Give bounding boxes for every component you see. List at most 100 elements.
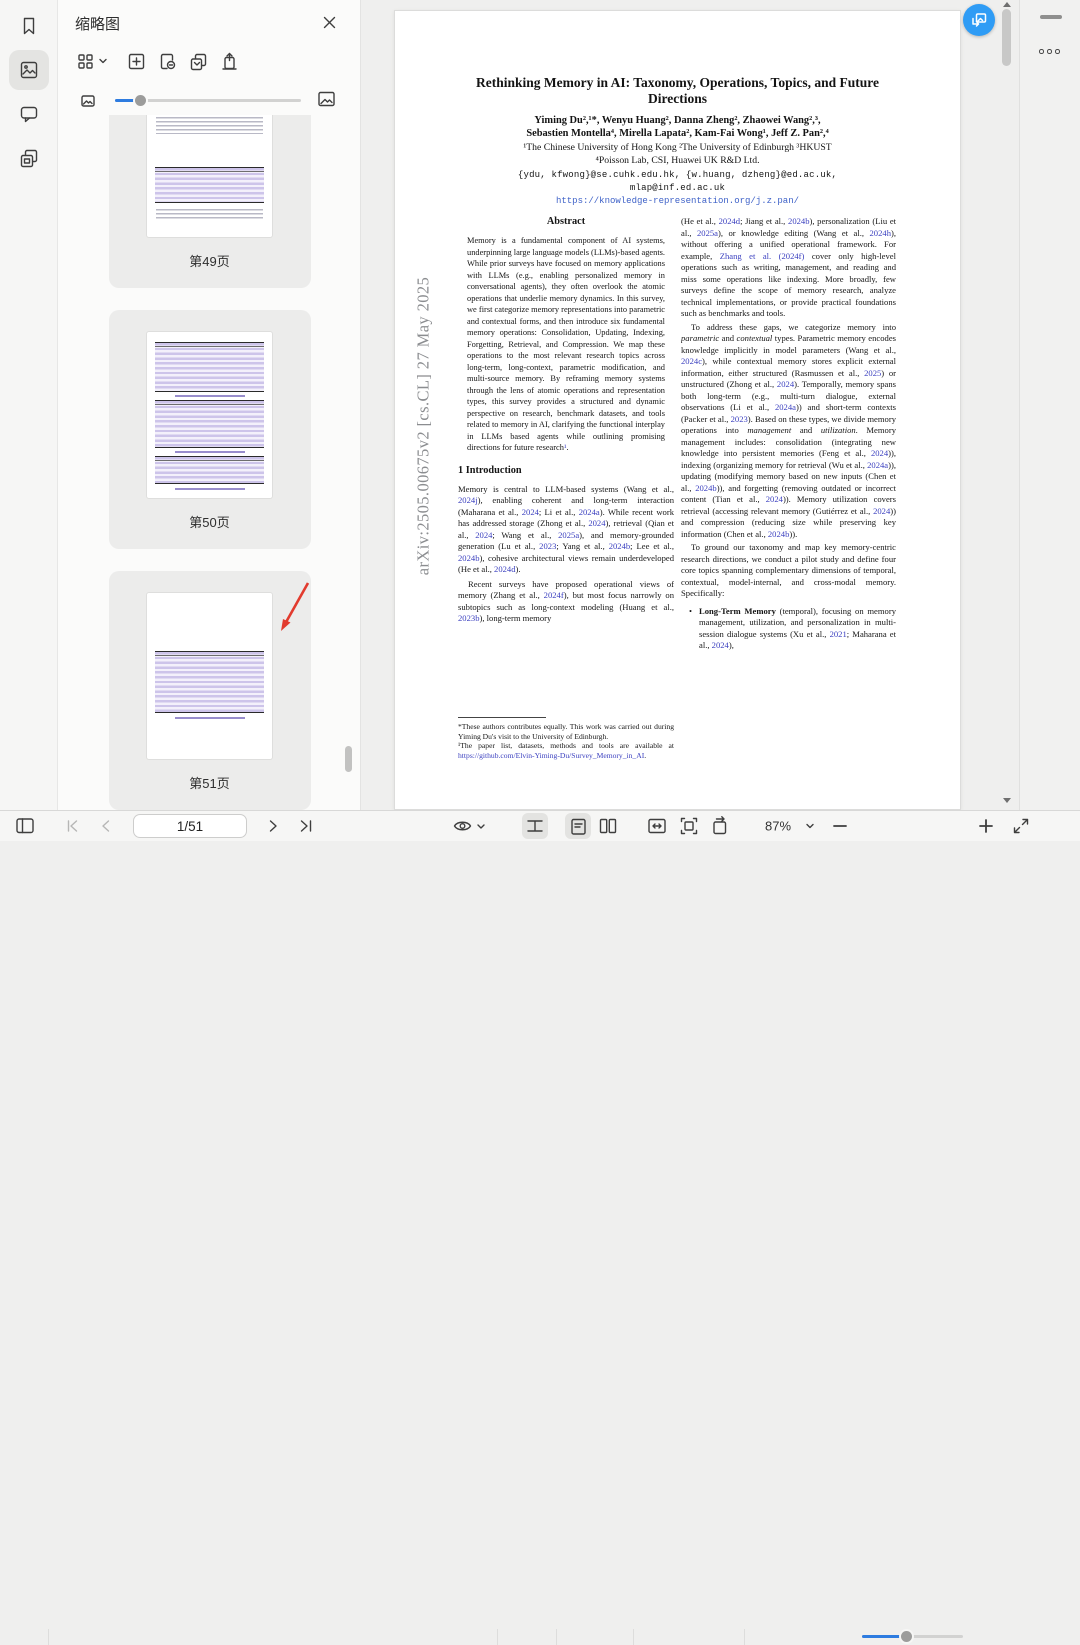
thumbnail-label: 第51页: [109, 773, 311, 792]
small-thumbnail-button[interactable]: [75, 88, 101, 114]
thumbnail-page-49: [147, 115, 272, 237]
bullet-marker: •: [689, 606, 699, 652]
single-page-view-button[interactable]: [565, 813, 591, 839]
more-options-button[interactable]: [1039, 49, 1060, 54]
image-export-fab[interactable]: [963, 4, 995, 36]
large-thumbnail-icon: [316, 89, 337, 110]
scroll-up-icon[interactable]: [1003, 2, 1011, 7]
add-page-button[interactable]: [123, 48, 149, 74]
collapse-handle[interactable]: [1040, 15, 1062, 19]
thumbnail-card-51[interactable]: 第51页: [109, 571, 311, 810]
thumbnail-page-50: [147, 332, 272, 498]
paper-affiliation-line2: ⁴Poisson Lab, CSI, Huawei UK R&D Ltd.: [435, 155, 920, 168]
more-options-icon: [1039, 49, 1044, 54]
export-page-button[interactable]: [216, 48, 242, 74]
zoom-level-dropdown[interactable]: [805, 821, 815, 831]
thumbnail-size-slider-thumb[interactable]: [135, 95, 146, 106]
left-column: Abstract Memory is a fundamental compone…: [458, 216, 674, 763]
right-utility-panel: [1019, 0, 1080, 810]
thumbnails-tab[interactable]: [9, 50, 49, 90]
thumbnail-content: [155, 167, 264, 203]
sidebar-rail: [0, 0, 58, 810]
thumbnail-content: [155, 456, 264, 484]
thumbnail-list[interactable]: 第49页 第50页 第51页: [58, 115, 361, 810]
thumbnail-card-49[interactable]: 第49页: [109, 115, 311, 288]
reading-mode-icon: [524, 815, 546, 837]
add-page-icon: [126, 51, 147, 72]
more-options-icon: [1055, 49, 1060, 54]
reading-mode-button[interactable]: [522, 813, 548, 839]
thumbnail-content: [175, 717, 245, 719]
prev-page-icon: [96, 816, 116, 836]
panel-scrollbar-thumb[interactable]: [345, 746, 352, 772]
thumbnail-label: 第49页: [109, 251, 311, 270]
comments-tab[interactable]: [9, 94, 49, 134]
arxiv-watermark: arXiv:2505.00675v2 [cs.CL] 27 May 2025: [414, 244, 432, 609]
more-options-icon: [1047, 49, 1052, 54]
zoom-slider-thumb[interactable]: [901, 1631, 912, 1642]
replace-page-button[interactable]: [185, 48, 211, 74]
paper-affiliation: ¹The Chinese University of Hong Kong ²Th…: [435, 142, 920, 155]
scroll-down-icon[interactable]: [1003, 798, 1011, 803]
abstract-heading: Abstract: [458, 216, 674, 227]
body-paragraph: (He et al., 2024d; Jiang et al., 2024b),…: [681, 216, 896, 320]
sidebar-toggle-icon: [14, 815, 36, 837]
toolbar-divider: [48, 1629, 49, 1645]
thumbnail-card-50[interactable]: 第50页: [109, 310, 311, 549]
zoom-out-button[interactable]: [831, 817, 849, 835]
zoom-in-button[interactable]: [977, 817, 995, 835]
large-thumbnail-button[interactable]: [313, 86, 339, 112]
intro-paragraph: Memory is central to LLM-based systems (…: [458, 484, 674, 576]
paper-homepage-link[interactable]: https://knowledge-representation.org/j.z…: [435, 196, 920, 206]
pdf-page[interactable]: arXiv:2505.00675v2 [cs.CL] 27 May 2025 R…: [394, 10, 961, 810]
fullscreen-button[interactable]: [1011, 816, 1031, 836]
fit-width-icon: [646, 815, 668, 837]
prev-page-button[interactable]: [96, 816, 116, 836]
fullscreen-icon: [1011, 816, 1031, 836]
body-paragraph: To address these gaps, we categorize mem…: [681, 322, 896, 541]
next-page-icon: [263, 816, 283, 836]
close-panel-button[interactable]: [316, 9, 342, 35]
pages-tab[interactable]: [9, 138, 49, 178]
fit-width-button[interactable]: [646, 815, 668, 837]
thumbnail-label: 第50页: [109, 512, 311, 531]
paper-title-line2: Directions: [435, 91, 920, 107]
toolbar-divider: [633, 1629, 634, 1645]
next-page-button[interactable]: [263, 816, 283, 836]
eye-icon: [452, 816, 473, 837]
bullet-item: • Long-Term Memory (temporal), focusing …: [689, 606, 896, 652]
footnote: *These authors contributes equally. This…: [458, 722, 674, 742]
rotate-page-icon: [709, 815, 731, 837]
paper-authors: Yiming Du²,¹*, Wenyu Huang², Danna Zheng…: [435, 114, 920, 127]
paper-title: Rethinking Memory in AI: Taxonomy, Opera…: [435, 75, 920, 91]
view-mode-button[interactable]: [452, 816, 486, 837]
document-scrollbar[interactable]: [1000, 0, 1017, 810]
abstract-text: Memory is a fundamental component of AI …: [458, 235, 674, 454]
bookmark-icon: [18, 15, 40, 37]
bookmarks-tab[interactable]: [9, 6, 49, 46]
red-arrow-annotation[interactable]: [271, 579, 315, 643]
intro-paragraph: Recent surveys have proposed operational…: [458, 579, 674, 625]
thumbnail-content: [175, 395, 245, 397]
toolbar-divider: [744, 1629, 745, 1645]
paper-header: Rethinking Memory in AI: Taxonomy, Opera…: [435, 75, 920, 206]
last-page-button[interactable]: [296, 816, 316, 836]
right-column: (He et al., 2024d; Jiang et al., 2024b),…: [681, 216, 896, 763]
sidebar-toggle-button[interactable]: [14, 815, 36, 837]
zoom-in-icon: [977, 817, 995, 835]
rotate-page-button[interactable]: [709, 815, 731, 837]
two-page-view-button[interactable]: [597, 815, 619, 837]
paper-emails-line2: mlap@inf.ed.ac.uk: [435, 182, 920, 195]
page-number-input[interactable]: [133, 814, 247, 838]
fit-page-button[interactable]: [678, 815, 700, 837]
small-thumbnail-icon: [79, 92, 97, 110]
zoom-level-label: 87%: [765, 819, 791, 834]
document-scrollbar-thumb[interactable]: [1002, 9, 1011, 66]
layout-options-button[interactable]: [73, 48, 111, 74]
thumbnail-content: [156, 117, 263, 134]
toolbar-divider: [556, 1629, 557, 1645]
delete-page-button[interactable]: [154, 48, 180, 74]
thumbnails-icon: [18, 59, 40, 81]
close-icon: [322, 15, 337, 30]
first-page-button[interactable]: [62, 816, 82, 836]
